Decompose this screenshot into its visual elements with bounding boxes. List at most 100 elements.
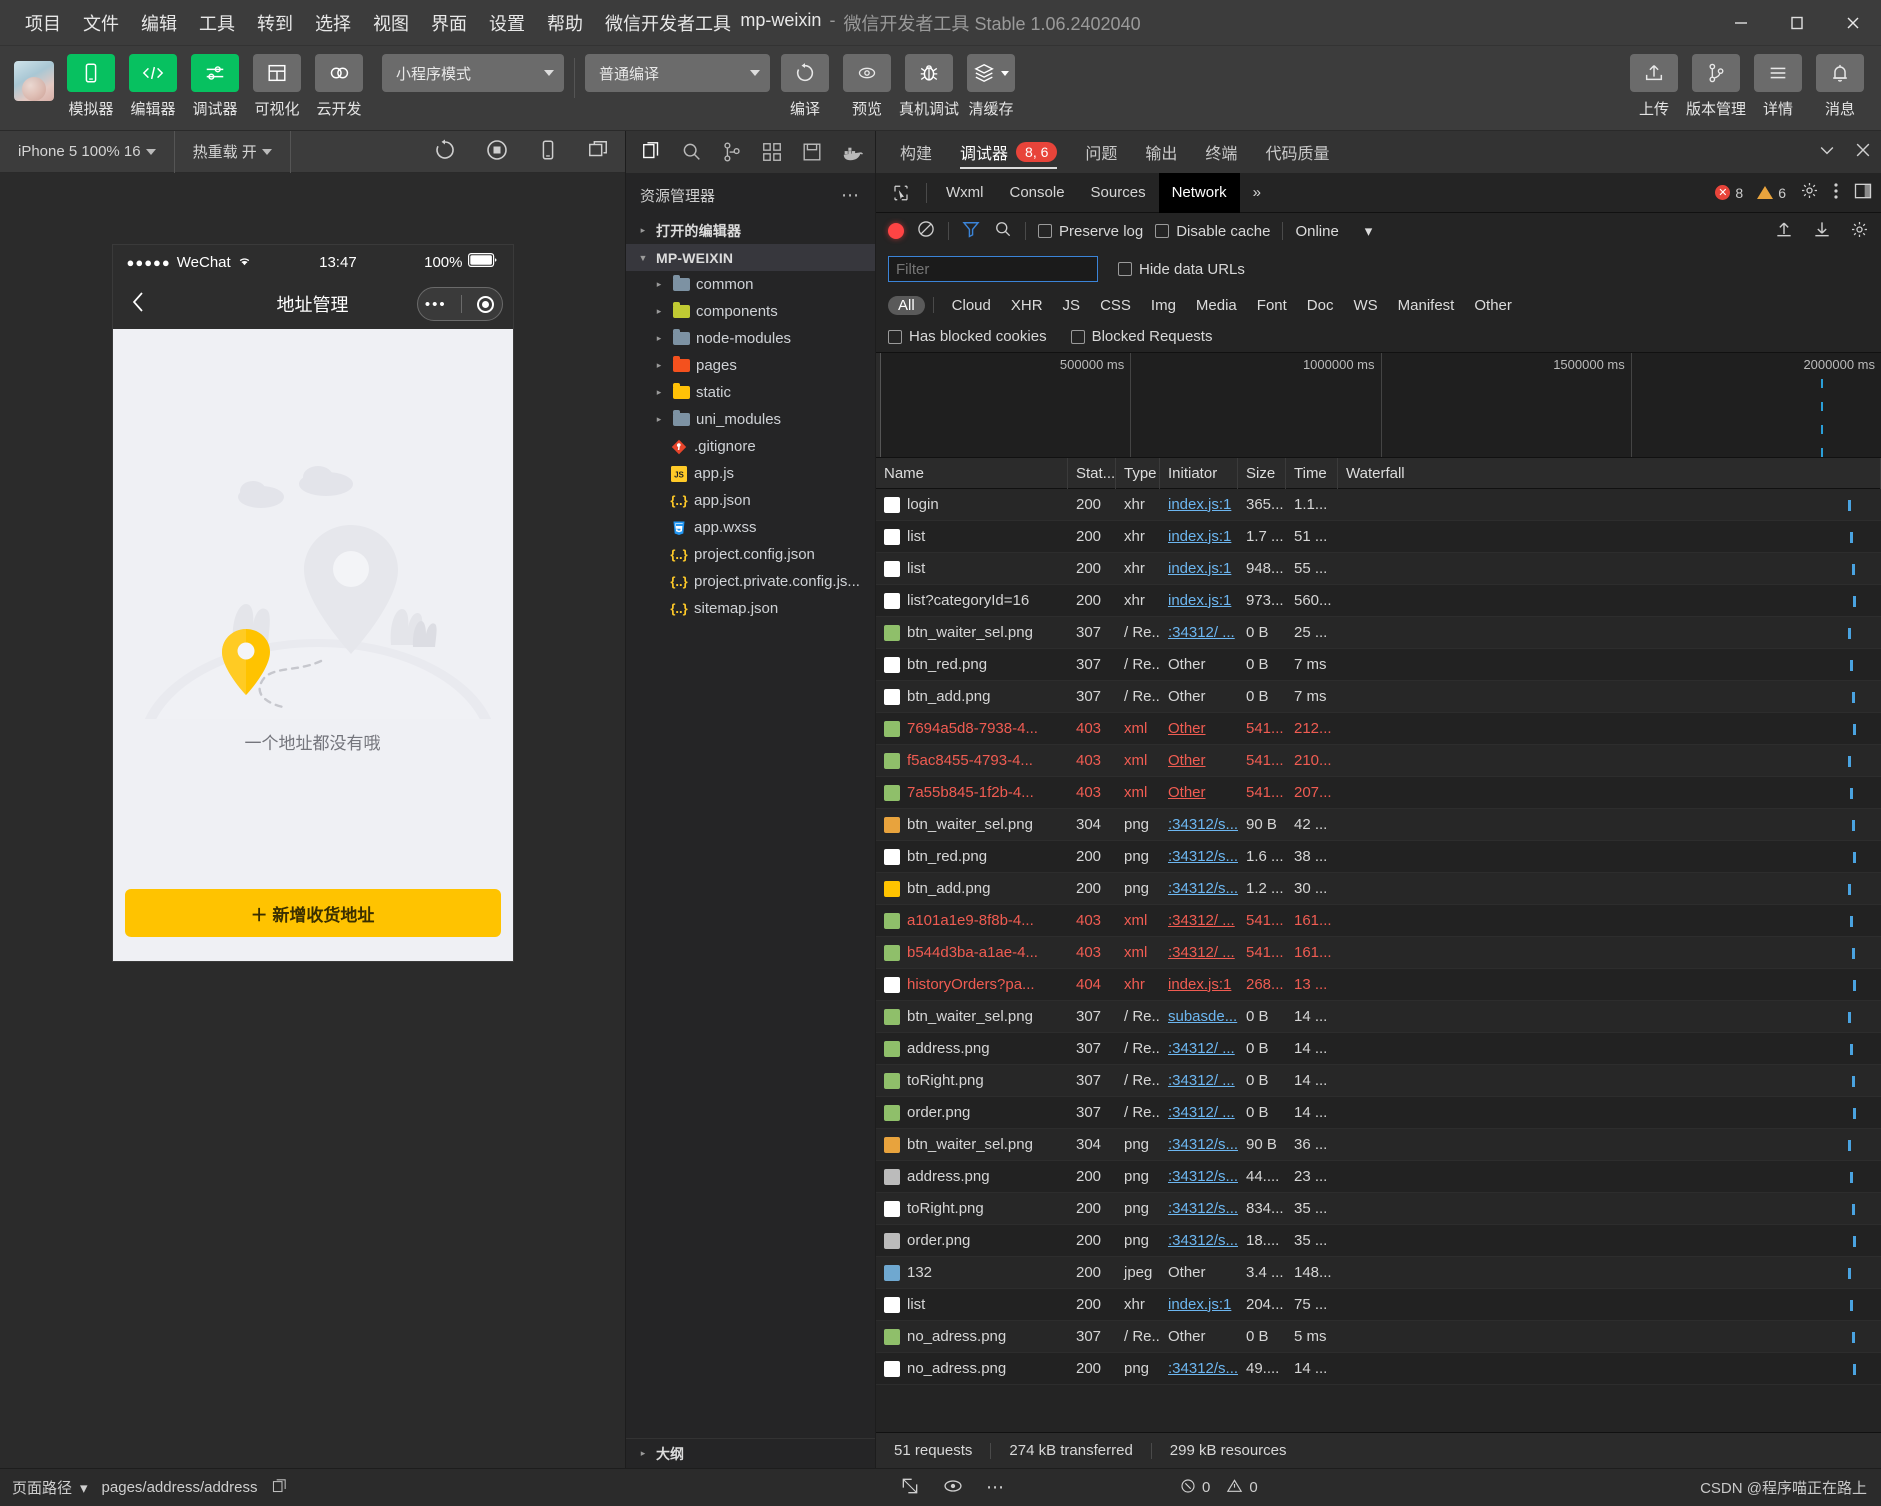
table-row[interactable]: list?categoryId=16 200 xhr index.js:1 973...… [876,585,1881,617]
menu-item-9[interactable]: 帮助 [536,6,594,40]
error-count-badge[interactable]: ✕ 8 [1715,185,1743,201]
cell-initiator[interactable]: :34312/s... [1160,1129,1238,1161]
table-row[interactable]: 132 200 jpeg Other 3.4 ... 148... [876,1257,1881,1289]
tree-item-static[interactable]: ▸ static [626,379,875,406]
table-row[interactable]: btn_waiter_sel.png 304 png:34312/s... 90 B 4… [876,809,1881,841]
cell-initiator[interactable]: :34312/ ... [1160,1097,1238,1129]
table-row[interactable]: btn_add.png 200 png:34312/s... 1.2 ... 30 ..… [876,873,1881,905]
type-filter-font[interactable]: Font [1247,296,1297,315]
maximize-button[interactable] [1769,0,1825,46]
cell-initiator[interactable]: subasde... [1160,1001,1238,1033]
download-har-icon[interactable] [1812,219,1832,243]
type-filter-media[interactable]: Media [1186,296,1247,315]
source-control-icon[interactable] [712,131,752,173]
minimize-button[interactable] [1713,0,1769,46]
toolbar-item-消息[interactable]: 消息 [1813,54,1867,119]
cell-initiator[interactable]: :34312/s... [1160,1193,1238,1225]
cell-initiator[interactable]: :34312/ ... [1160,937,1238,969]
cell-initiator[interactable]: index.js:1 [1160,1289,1238,1321]
status-warning-group[interactable]: 0 [1226,1478,1258,1498]
toolbar-item-编辑器[interactable]: 编辑器 [126,54,180,119]
status-error-group[interactable]: 0 [1180,1478,1210,1498]
cell-initiator[interactable]: :34312/s... [1160,1353,1238,1385]
table-row[interactable]: list 200 xhr index.js:1 204... 75 ... [876,1289,1881,1321]
clear-icon[interactable] [916,219,936,243]
devtools-tab-终端[interactable]: 终端 [1191,131,1251,173]
chevron-down-icon[interactable] [1817,140,1837,164]
table-row[interactable]: order.png 200 png:34312/s... 18.... 35 ... [876,1225,1881,1257]
scale-icon[interactable] [900,1476,920,1500]
stop-record-icon[interactable] [485,138,509,166]
tree-item-pages[interactable]: ▸ pages [626,352,875,379]
close-icon[interactable] [1853,140,1873,164]
dock-panel-icon[interactable] [1853,181,1873,205]
upload-har-icon[interactable] [1774,219,1794,243]
menu-item-1[interactable]: 文件 [72,6,130,40]
type-filter-css[interactable]: CSS [1090,296,1141,315]
tree-item-common[interactable]: ▸ common [626,271,875,298]
cell-initiator[interactable]: :34312/ ... [1160,617,1238,649]
type-filter-js[interactable]: JS [1053,296,1091,315]
toolbar-item-版本管理[interactable]: 版本管理 [1686,54,1746,119]
table-row[interactable]: no_adress.png 200 png:34312/s... 49.... 14 .… [876,1353,1881,1385]
more-horizontal-icon[interactable]: ⋯ [986,1477,1006,1498]
type-filter-all[interactable]: All [888,295,925,315]
close-button[interactable] [1825,0,1881,46]
tree-item-uni_modules[interactable]: ▸ uni_modules [626,406,875,433]
docker-icon[interactable] [832,131,872,173]
compile-select[interactable]: 普通编译 [585,54,770,92]
column-header-size[interactable]: Size [1238,458,1286,489]
cell-initiator[interactable]: Other [1160,713,1238,745]
menu-item-10[interactable]: 微信开发者工具 [594,6,742,40]
cell-initiator[interactable]: Other [1160,649,1238,681]
table-row[interactable]: btn_waiter_sel.png 304 png:34312/s... 90 B 3… [876,1129,1881,1161]
cell-initiator[interactable]: :34312/ ... [1160,905,1238,937]
table-row[interactable]: btn_waiter_sel.png 307 / Re...subasde... 0 … [876,1001,1881,1033]
type-filter-other[interactable]: Other [1464,296,1522,315]
menu-item-6[interactable]: 视图 [362,6,420,40]
chevron-left-icon[interactable] [131,290,145,318]
table-row[interactable]: toRight.png 200 png:34312/s... 834... 35 ... [876,1193,1881,1225]
menu-item-5[interactable]: 选择 [304,6,362,40]
filter-funnel-icon[interactable] [961,219,981,243]
cell-initiator[interactable]: Other [1160,745,1238,777]
toolbar-item-调试器[interactable]: 调试器 [188,54,242,119]
column-header-stat[interactable]: Stat... [1068,458,1116,489]
column-header-name[interactable]: Name [876,458,1068,489]
toolbar-item-预览[interactable]: 预览 [840,54,894,119]
table-row[interactable]: login 200 xhr index.js:1 365... 1.1... [876,489,1881,521]
extensions-icon[interactable] [752,131,792,173]
type-filter-manifest[interactable]: Manifest [1388,296,1465,315]
menu-item-0[interactable]: 项目 [14,6,72,40]
toolbar-item-详情[interactable]: 详情 [1751,54,1805,119]
cell-initiator[interactable]: index.js:1 [1160,585,1238,617]
table-row[interactable]: btn_waiter_sel.png 307 / Re...:34312/ ... 0… [876,617,1881,649]
tree-section-0[interactable]: ▸ 打开的编辑器 [626,217,875,244]
table-row[interactable]: btn_red.png 200 png:34312/s... 1.6 ... 38 ..… [876,841,1881,873]
gear-icon[interactable] [1800,181,1819,204]
cell-initiator[interactable]: Other [1160,777,1238,809]
table-row[interactable]: btn_add.png 307 / Re...Other 0 B 7 ms [876,681,1881,713]
refresh-icon[interactable] [433,138,457,166]
tree-item-sitemap.json[interactable]: {..} sitemap.json [626,595,875,622]
cell-initiator[interactable]: :34312/ ... [1160,1065,1238,1097]
user-avatar[interactable] [14,61,54,101]
more-horizontal-icon[interactable]: ⋯ [841,185,861,206]
column-header-waterfall[interactable]: Waterfall [1338,458,1881,489]
outline-section[interactable]: ▸ 大纲 [626,1438,875,1468]
cell-initiator[interactable]: :34312/s... [1160,1161,1238,1193]
filter-input[interactable] [888,256,1098,282]
table-row[interactable]: a101a1e9-8f8b-4... 403 xml:34312/ ... 541..… [876,905,1881,937]
cell-initiator[interactable]: index.js:1 [1160,489,1238,521]
menu-item-4[interactable]: 转到 [246,6,304,40]
preserve-log-checkbox[interactable]: Preserve log [1038,223,1143,240]
devtools-tab-代码质量[interactable]: 代码质量 [1251,131,1343,173]
cell-initiator[interactable]: Other [1160,1321,1238,1353]
overflow-tabs-button[interactable]: » [1240,173,1274,213]
table-row[interactable]: no_adress.png 307 / Re...Other 0 B 5 ms [876,1321,1881,1353]
throttling-select[interactable]: Online ▾ [1295,222,1372,241]
copy-icon[interactable] [271,1477,288,1498]
inspect-cursor-icon[interactable] [882,173,920,213]
warning-count-badge[interactable]: 6 [1757,185,1786,201]
search-icon[interactable] [672,131,712,173]
